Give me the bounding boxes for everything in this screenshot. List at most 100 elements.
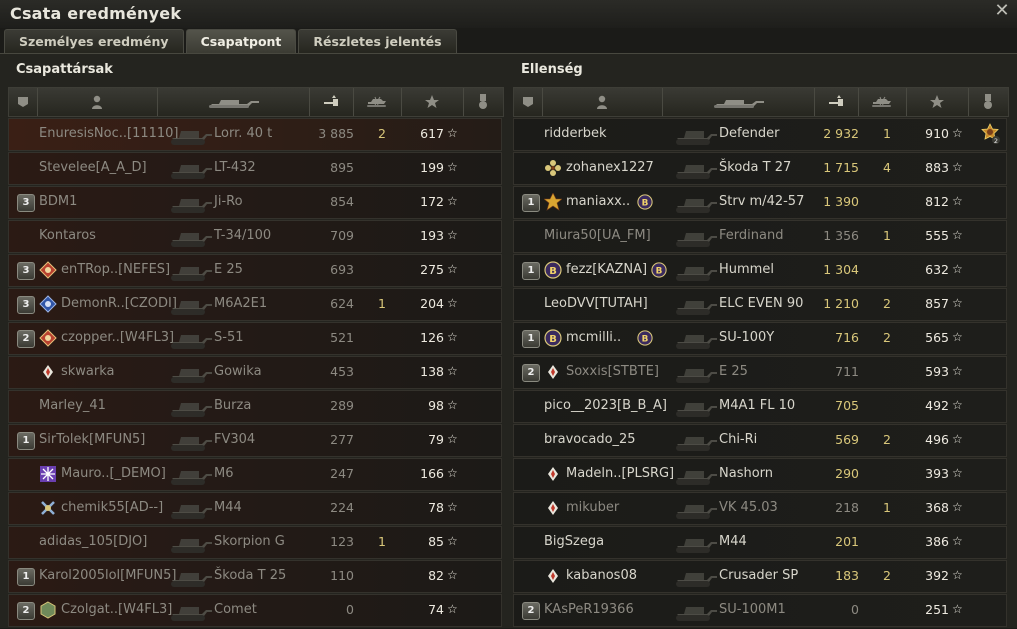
table-row[interactable]: Stevelee[A_A_D] LT-432 895 199 ☆ bbox=[8, 152, 502, 185]
player-column-header[interactable] bbox=[37, 88, 158, 116]
damage-icon bbox=[324, 95, 338, 106]
table-row[interactable]: 2 Czolgat..[W4FL3] Comet 0 74 ☆ bbox=[8, 594, 502, 627]
xp-value: 555 bbox=[925, 228, 949, 243]
player-name[interactable]: pico__2023[B_B_A] bbox=[544, 398, 667, 413]
table-row[interactable]: 3 BDM1 Ji-Ro 854 172 ☆ bbox=[8, 186, 502, 219]
table-row[interactable]: Madeln..[PLSRG] Nashorn 290 393 ☆ bbox=[513, 458, 1007, 491]
player-name[interactable]: Mauro..[_DEMO] bbox=[61, 466, 166, 481]
player-name[interactable]: fezz[KAZNA] bbox=[566, 262, 647, 277]
table-row[interactable]: LeoDVV[TUTAH] ELC EVEN 90 1 210 2 857 ☆ bbox=[513, 288, 1007, 321]
table-row[interactable]: 3 DemonR..[CZODI] M6A2E1 624 1 204 ☆ bbox=[8, 288, 502, 321]
table-row[interactable]: Kontaros T-34/100 709 193 ☆ bbox=[8, 220, 502, 253]
player-name[interactable]: chemik55[AD--] bbox=[61, 500, 163, 515]
table-row[interactable]: 1 Karol2005lol[MFUN5] Škoda T 25 110 82 ☆ bbox=[8, 560, 502, 593]
table-row[interactable]: BigSzega M44 201 386 ☆ bbox=[513, 526, 1007, 559]
player-name[interactable]: SirTolek[MFUN5] bbox=[39, 432, 145, 447]
player-name[interactable]: czopper..[W4FL3] bbox=[61, 330, 174, 345]
player-name[interactable]: Madeln..[PLSRG] bbox=[566, 466, 674, 481]
kills-value: 2 bbox=[883, 568, 891, 583]
platoon-column-header[interactable] bbox=[514, 88, 543, 116]
player-name[interactable]: mikuber bbox=[566, 500, 619, 515]
kills-column-header[interactable] bbox=[858, 88, 907, 116]
tab-detailed-report[interactable]: Részletes jelentés bbox=[298, 29, 457, 53]
vehicle-thumbnail-icon bbox=[674, 562, 720, 591]
player-name[interactable]: zohanex1227 bbox=[566, 160, 654, 175]
achievements-column-header[interactable] bbox=[968, 88, 1007, 116]
destroyed-tank-icon bbox=[367, 96, 386, 107]
tab-personal-results[interactable]: Személyes eredmény bbox=[4, 29, 184, 53]
damage-column-header[interactable] bbox=[309, 88, 354, 116]
achievement-medal-icon[interactable]: 2 bbox=[979, 123, 1001, 145]
vehicle-name: T-34/100 bbox=[214, 228, 272, 243]
table-row[interactable]: zohanex1227 Škoda T 27 1 715 4 883 ☆ bbox=[513, 152, 1007, 185]
player-name[interactable]: BigSzega bbox=[544, 534, 604, 549]
player-name[interactable]: bravocado_25 bbox=[544, 432, 636, 447]
table-row[interactable]: kabanos08 Crusader SP 183 2 392 ☆ bbox=[513, 560, 1007, 593]
table-row[interactable]: Marley_41 Burza 289 98 ☆ bbox=[8, 390, 502, 423]
table-row[interactable]: pico__2023[B_B_A] M4A1 FL 10 705 492 ☆ bbox=[513, 390, 1007, 423]
table-row[interactable]: 1 maniaxx.. B Strv m/42-57 1 390 812 ☆ bbox=[513, 186, 1007, 219]
table-row[interactable]: bravocado_25 Chi-Ri 569 2 496 ☆ bbox=[513, 424, 1007, 457]
player-name[interactable]: KAsPeR19366 bbox=[544, 602, 634, 617]
player-name[interactable]: Kontaros bbox=[39, 228, 96, 243]
player-name[interactable]: kabanos08 bbox=[566, 568, 637, 583]
player-name[interactable]: Czolgat..[W4FL3] bbox=[61, 602, 172, 617]
player-name[interactable]: Karol2005lol[MFUN5] bbox=[39, 568, 177, 583]
xp-value: 275 bbox=[420, 262, 444, 277]
clan-rank-badge-icon: B bbox=[544, 329, 562, 347]
star-icon: ☆ bbox=[447, 602, 458, 616]
table-row[interactable]: Mauro..[_DEMO] M6 247 166 ☆ bbox=[8, 458, 502, 491]
xp-value: 812 bbox=[925, 194, 949, 209]
vehicle-thumbnail-icon bbox=[169, 392, 215, 421]
table-row[interactable]: skwarka Gowika 453 138 ☆ bbox=[8, 356, 502, 389]
table-row[interactable]: Miura50[UA_FM] Ferdinand 1 356 1 555 ☆ bbox=[513, 220, 1007, 253]
achievements-column-header[interactable] bbox=[463, 88, 502, 116]
damage-column-header[interactable] bbox=[814, 88, 859, 116]
table-row[interactable]: 1 Bfezz[KAZNA] B Hummel 1 304 632 ☆ bbox=[513, 254, 1007, 287]
player-name[interactable]: LeoDVV[TUTAH] bbox=[544, 296, 648, 311]
table-row[interactable]: 2 KAsPeR19366 SU-100M1 0 251 ☆ bbox=[513, 594, 1007, 627]
player-name[interactable]: adidas_105[DJO] bbox=[39, 534, 147, 549]
vehicle-column-header[interactable] bbox=[662, 88, 815, 116]
player-name[interactable]: skwarka bbox=[61, 364, 115, 379]
table-row[interactable]: adidas_105[DJO] Skorpion G 123 1 85 ☆ bbox=[8, 526, 502, 559]
player-name[interactable]: Stevelee[A_A_D] bbox=[39, 160, 147, 175]
kills-column-header[interactable] bbox=[353, 88, 402, 116]
table-row[interactable]: EnuresisNoc..[11110] Lorr. 40 t 3 885 2 617 ☆ bbox=[8, 118, 502, 151]
table-row[interactable]: 1 Bmcmilli.. B SU-100Y 716 2 565 ☆ bbox=[513, 322, 1007, 355]
xp-value: 79 bbox=[428, 432, 444, 447]
close-icon[interactable]: ✕ bbox=[993, 2, 1011, 20]
player-name[interactable]: maniaxx.. bbox=[566, 194, 630, 209]
platoon-column-header[interactable] bbox=[9, 88, 38, 116]
table-row[interactable]: mikuber VK 45.03 218 1 368 ☆ bbox=[513, 492, 1007, 525]
damage-value: 289 bbox=[330, 398, 354, 413]
vehicle-thumbnail-icon bbox=[674, 494, 720, 523]
tab-team-score[interactable]: Csapatpont bbox=[185, 29, 297, 53]
table-row[interactable]: 1 SirTolek[MFUN5] FV304 277 79 ☆ bbox=[8, 424, 502, 457]
player-name[interactable]: Soxxis[STBTE] bbox=[566, 364, 659, 379]
table-row[interactable]: ridderbek Defender 2 932 1 910 ☆ 2 bbox=[513, 118, 1007, 151]
kills-value: 1 bbox=[883, 500, 891, 515]
player-name[interactable]: DemonR..[CZODI] bbox=[61, 296, 177, 311]
xp-column-header[interactable] bbox=[906, 88, 969, 116]
player-name[interactable]: mcmilli.. bbox=[566, 330, 621, 345]
player-name[interactable]: Miura50[UA_FM] bbox=[544, 228, 651, 243]
xp-value: 166 bbox=[420, 466, 444, 481]
vehicle-column-header[interactable] bbox=[157, 88, 310, 116]
vehicle-name: SU-100M1 bbox=[719, 602, 786, 617]
vehicle-thumbnail-icon bbox=[169, 290, 215, 319]
table-row[interactable]: 2 czopper..[W4FL3] S-51 521 126 ☆ bbox=[8, 322, 502, 355]
damage-value: 895 bbox=[330, 160, 354, 175]
table-row[interactable]: 3 enTRop..[NEFES] E 25 693 275 ☆ bbox=[8, 254, 502, 287]
player-name[interactable]: ridderbek bbox=[544, 126, 607, 141]
table-row[interactable]: 2 Soxxis[STBTE] E 25 711 593 ☆ bbox=[513, 356, 1007, 389]
damage-value: 3 885 bbox=[318, 126, 354, 141]
xp-column-header[interactable] bbox=[401, 88, 464, 116]
player-name[interactable]: enTRop..[NEFES] bbox=[61, 262, 170, 277]
player-column-header[interactable] bbox=[542, 88, 663, 116]
player-name[interactable]: EnuresisNoc..[11110] bbox=[39, 126, 179, 141]
player-name[interactable]: Marley_41 bbox=[39, 398, 106, 413]
table-row[interactable]: chemik55[AD--] M44 224 78 ☆ bbox=[8, 492, 502, 525]
vehicle-thumbnail-icon bbox=[169, 154, 215, 183]
player-name[interactable]: BDM1 bbox=[39, 194, 77, 209]
